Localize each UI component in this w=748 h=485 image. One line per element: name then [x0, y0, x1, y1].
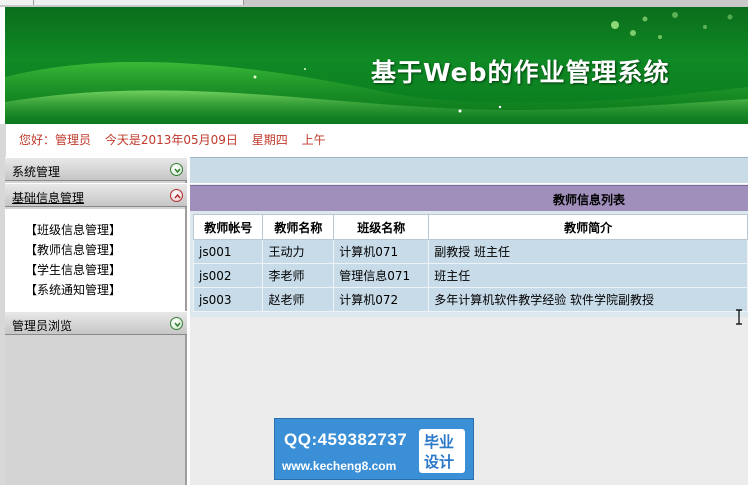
watermark-badge: 毕业 设计 — [419, 429, 465, 473]
sidebar-menu-admin-browse[interactable]: 管理员浏览 — [5, 311, 187, 335]
panel-title: 教师信息列表 — [553, 193, 626, 207]
column-header-account: 教师帐号 — [192, 214, 264, 240]
expand-toggle-icon[interactable] — [170, 163, 183, 176]
watermark-badge-line1: 毕业 — [424, 433, 455, 451]
column-header-name: 教师名称 — [262, 214, 335, 240]
sidebar-item-notice[interactable]: 【系统通知管理】 — [25, 281, 121, 298]
watermark-url: www.kecheng8.com — [282, 459, 397, 473]
watermark-badge-line2: 设计 — [424, 453, 455, 471]
sidebar-menu-basic-info[interactable]: 基础信息管理 — [5, 183, 187, 207]
collapse-toggle-icon[interactable] — [170, 189, 183, 202]
greeting-bar: 您好：管理员 今天是2013年05月09日 星期四 上午 — [19, 131, 336, 148]
teacher-list-panel: 教师信息列表 教师帐号 教师名称 班级名称 教师简介 js001 王动力 计算机… — [190, 185, 748, 317]
sidebar-item-teacher-info[interactable]: 【教师信息管理】 — [25, 241, 121, 258]
teacher-table: 教师帐号 教师名称 班级名称 教师简介 js001 王动力 计算机071 副教授… — [192, 214, 748, 312]
expand-toggle-icon[interactable] — [170, 317, 183, 330]
sidebar-item-student-info[interactable]: 【学生信息管理】 — [25, 261, 121, 278]
cell-account: js003 — [192, 287, 264, 312]
sidebar: 系统管理 基础信息管理 【班级信息管理】 【教师信息管理】 【学生信息管理】 【… — [5, 157, 187, 485]
system-title: 基于Web的作业管理系统 — [371, 58, 670, 87]
table-row[interactable]: js001 王动力 计算机071 副教授 班主任 — [192, 239, 748, 264]
cell-name: 王动力 — [262, 239, 335, 264]
cell-name: 赵老师 — [262, 287, 335, 312]
cell-intro: 副教授 班主任 — [428, 239, 748, 264]
sidebar-menu-label: 系统管理 — [12, 165, 61, 179]
greeting-period: 上午 — [301, 133, 326, 147]
browser-tab[interactable] — [0, 0, 34, 5]
cell-intro: 多年计算机软件教学经验 软件学院副教授 — [428, 287, 748, 312]
main-toolbar — [190, 157, 748, 184]
cell-class: 计算机072 — [333, 287, 430, 312]
greeting-date: 今天是2013年05月09日 — [104, 133, 238, 147]
text-cursor-icon — [736, 309, 742, 325]
cell-account: js001 — [192, 239, 264, 264]
greeting-weekday: 星期四 — [251, 133, 288, 147]
cell-class: 计算机071 — [333, 239, 430, 264]
sidebar-menu-label: 管理员浏览 — [12, 319, 73, 333]
sidebar-item-class-info[interactable]: 【班级信息管理】 — [25, 221, 121, 238]
browser-tab-active[interactable] — [34, 0, 244, 5]
cell-class: 管理信息071 — [333, 263, 430, 288]
window-top-strip — [0, 0, 748, 7]
column-header-class: 班级名称 — [333, 214, 430, 240]
column-header-intro: 教师简介 — [428, 214, 748, 240]
table-header-row: 教师帐号 教师名称 班级名称 教师简介 — [192, 214, 748, 240]
cell-intro: 班主任 — [428, 263, 748, 288]
watermark-qq: QQ:459382737 — [284, 430, 408, 449]
cell-name: 李老师 — [262, 263, 335, 288]
greeting-user: 您好：管理员 — [19, 133, 92, 147]
watermark-banner: QQ:459382737 www.kecheng8.com 毕业 设计 — [274, 418, 474, 480]
panel-header: 教师信息列表 — [190, 185, 748, 211]
sidebar-submenu: 【班级信息管理】 【教师信息管理】 【学生信息管理】 【系统通知管理】 — [5, 209, 185, 311]
table-row[interactable]: js003 赵老师 计算机072 多年计算机软件教学经验 软件学院副教授 — [192, 287, 748, 312]
sidebar-menu-label: 基础信息管理 — [12, 191, 85, 205]
header-banner: 基于Web的作业管理系统 — [5, 7, 748, 124]
sidebar-menu-system[interactable]: 系统管理 — [5, 157, 187, 181]
table-row[interactable]: js002 李老师 管理信息071 班主任 — [192, 263, 748, 288]
cell-account: js002 — [192, 263, 264, 288]
